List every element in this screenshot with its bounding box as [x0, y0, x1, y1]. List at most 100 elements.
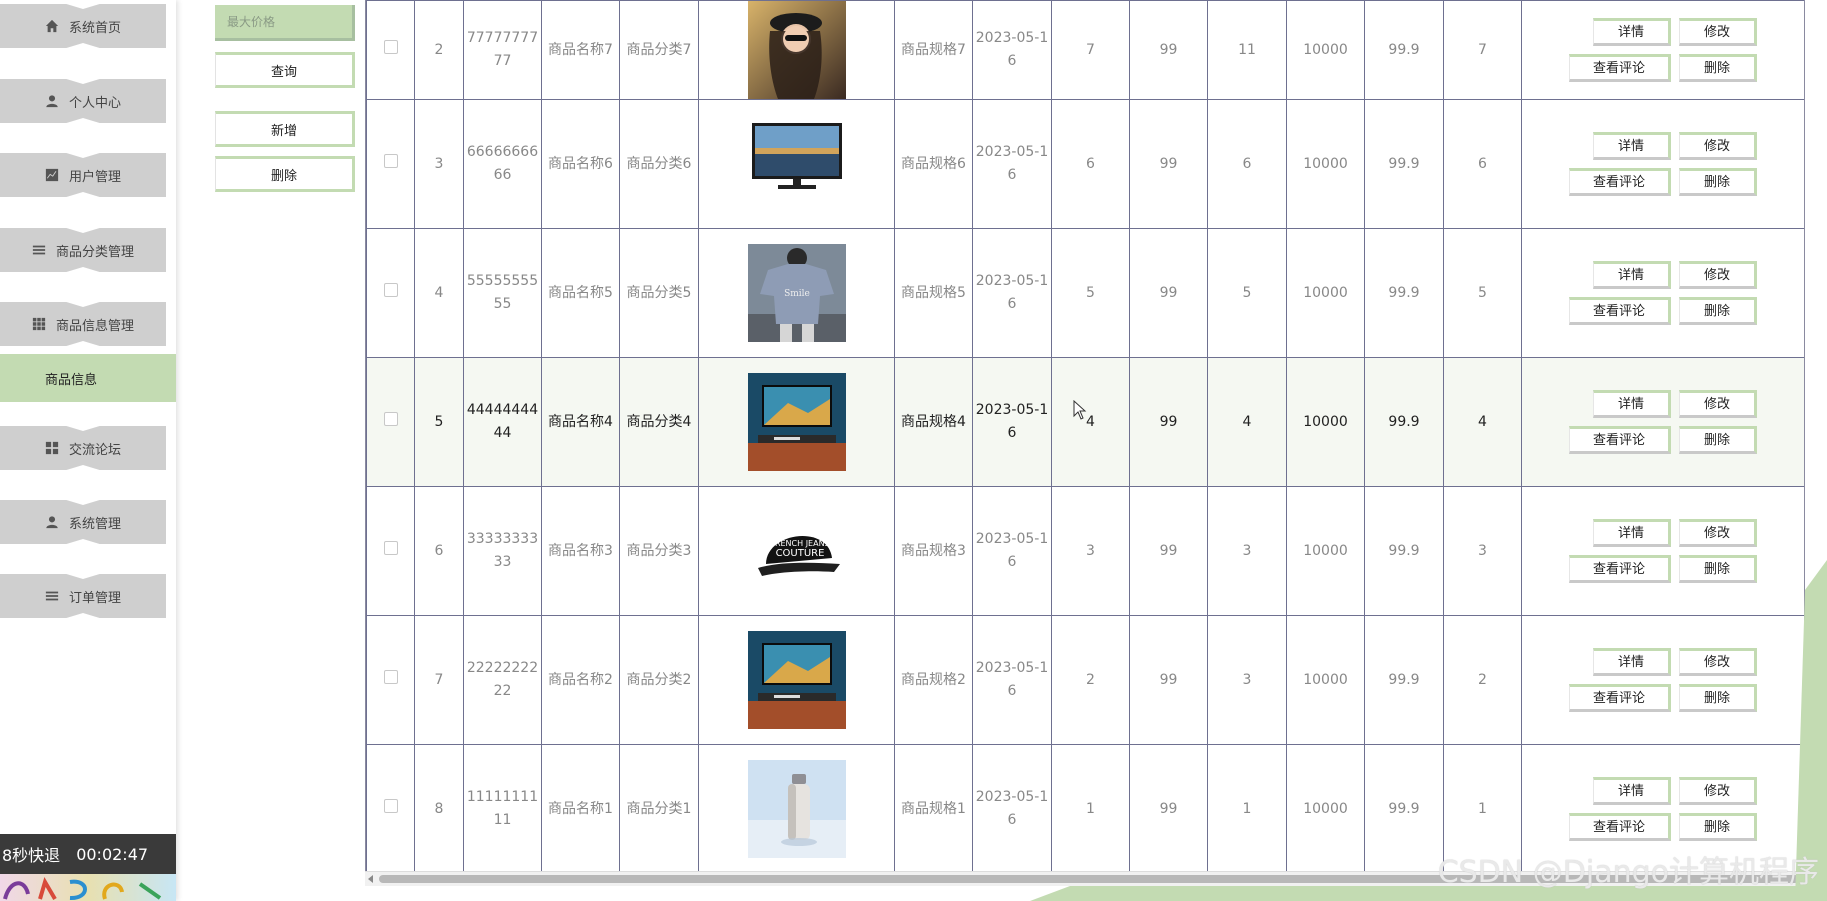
row-checkbox[interactable] — [383, 798, 398, 813]
row-actions: 详情 修改 查看评论 删除 — [1522, 261, 1804, 325]
query-button[interactable]: 查询 — [215, 52, 355, 88]
delete-button[interactable]: 删除 — [1679, 684, 1757, 712]
view-comments-button[interactable]: 查看评论 — [1569, 426, 1671, 454]
detail-button[interactable]: 详情 — [1593, 18, 1671, 46]
product-thumbnail[interactable] — [747, 373, 846, 471]
row-checkbox[interactable] — [383, 282, 398, 297]
price-cell: 99.9 — [1364, 744, 1444, 871]
max-price-input[interactable]: 最大价格 — [215, 5, 355, 41]
detail-button[interactable]: 详情 — [1593, 261, 1671, 289]
sidebar-item-label: 商品分类管理 — [55, 244, 134, 260]
sidebar-item-home[interactable]: 系统首页 — [0, 4, 166, 48]
edit-button[interactable]: 修改 — [1679, 132, 1757, 160]
sidebar-item-profile[interactable]: 个人中心 — [0, 79, 166, 123]
listing-date-cell: 2023-05-16 — [972, 99, 1052, 229]
sidebar-item-label: 系统首页 — [68, 20, 121, 36]
product-thumbnail[interactable]: FRENCH JEANSCOUTURE — [747, 502, 846, 600]
product-name-cell: 商品名称3 — [541, 486, 620, 616]
detail-button[interactable]: 详情 — [1593, 648, 1671, 676]
row-checkbox[interactable] — [383, 411, 398, 426]
product-table[interactable]: 2 7777777777 商品名称7 商品分类7 商品规格7 2023-05-16 7 99 1… — [365, 0, 1805, 871]
price-cell: 99.9 — [1364, 357, 1444, 487]
cell-c2-cell: 99 — [1129, 99, 1208, 229]
product-thumbnail[interactable] — [747, 631, 846, 729]
cell-c4-cell: 10000 — [1286, 228, 1365, 358]
product-spec-cell: 商品规格2 — [894, 615, 973, 745]
cell-c2-cell: 99 — [1129, 228, 1208, 358]
sidebar-item-label: 系统管理 — [68, 516, 121, 532]
edit-button[interactable]: 修改 — [1679, 519, 1757, 547]
video-overlay[interactable]: 8秒快退 00:02:47 — [0, 834, 176, 874]
price-cell: 99.9 — [1364, 0, 1444, 100]
add-button[interactable]: 新增 — [215, 111, 355, 147]
row-actions: 详情 修改 查看评论 删除 — [1522, 519, 1804, 583]
sidebar-item-orders[interactable]: 订单管理 — [0, 574, 166, 618]
row-actions: 详情 修改 查看评论 删除 — [1522, 777, 1804, 841]
delete-button[interactable]: 删除 — [1679, 555, 1757, 583]
product-image-cell — [698, 615, 895, 745]
product-thumbnail[interactable] — [747, 1, 846, 99]
delete-button[interactable]: 删除 — [1679, 168, 1757, 196]
row-checkbox[interactable] — [383, 669, 398, 684]
product-spec-cell: 商品规格3 — [894, 486, 973, 616]
view-comments-button[interactable]: 查看评论 — [1569, 297, 1671, 325]
cell-c4-cell: 10000 — [1286, 744, 1365, 871]
cell-c4-cell: 10000 — [1286, 486, 1365, 616]
view-comments-button[interactable]: 查看评论 — [1569, 168, 1671, 196]
sidebar-item-users[interactable]: 用户管理 — [0, 153, 166, 197]
row-checkbox[interactable] — [383, 153, 398, 168]
sidebar-item-category[interactable]: 商品分类管理 — [0, 228, 166, 272]
scroll-left-icon[interactable] — [368, 875, 373, 883]
cell-c1-cell: 2 — [1051, 615, 1130, 745]
table-row[interactable]: 3 6666666666 商品名称6 商品分类6 商品规格6 2023-05-16 6 99 6… — [366, 99, 1804, 229]
video-rewind-label[interactable]: 8秒快退 — [2, 842, 60, 866]
table-row[interactable]: 4 5555555555 商品名称5 商品分类5 Smile 商品规格5 2023-05-1… — [366, 228, 1804, 358]
delete-button[interactable]: 删除 — [1679, 297, 1757, 325]
product-thumbnail[interactable] — [747, 760, 846, 858]
view-comments-button[interactable]: 查看评论 — [1569, 684, 1671, 712]
delete-button[interactable]: 删除 — [1679, 54, 1757, 82]
view-comments-button[interactable]: 查看评论 — [1569, 54, 1671, 82]
product-thumbnail[interactable]: Smile — [747, 244, 846, 342]
sidebar-item-forum[interactable]: 交流论坛 — [0, 426, 166, 470]
cell-c5-cell: 5 — [1443, 228, 1522, 358]
detail-button[interactable]: 详情 — [1593, 519, 1671, 547]
list-icon — [32, 243, 46, 257]
edit-button[interactable]: 修改 — [1679, 777, 1757, 805]
edit-button[interactable]: 修改 — [1679, 261, 1757, 289]
view-comments-button[interactable]: 查看评论 — [1569, 813, 1671, 841]
svg-text:COUTURE: COUTURE — [775, 548, 824, 559]
cell-c4-cell: 10000 — [1286, 99, 1365, 229]
sidebar-item-label: 商品信息管理 — [55, 318, 134, 334]
delete-button[interactable]: 删除 — [1679, 426, 1757, 454]
product-thumbnail[interactable] — [747, 115, 846, 213]
product-category-cell: 商品分类7 — [619, 0, 699, 100]
table-row[interactable]: 5 4444444444 商品名称4 商品分类4 商品规格4 2023-05-16 4 99 4… — [366, 357, 1804, 487]
grid-icon — [32, 317, 46, 331]
edit-button[interactable]: 修改 — [1679, 18, 1757, 46]
delete-button[interactable]: 删除 — [1679, 813, 1757, 841]
table-row[interactable]: 2 7777777777 商品名称7 商品分类7 商品规格7 2023-05-16 7 99 1… — [366, 0, 1804, 100]
row-checkbox[interactable] — [383, 540, 398, 555]
video-thumbnail — [0, 874, 176, 901]
cell-c2-cell: 99 — [1129, 357, 1208, 487]
view-comments-button[interactable]: 查看评论 — [1569, 555, 1671, 583]
listing-date-cell: 2023-05-16 — [972, 615, 1052, 745]
detail-button[interactable]: 详情 — [1593, 132, 1671, 160]
product-category-cell: 商品分类4 — [619, 357, 699, 487]
sidebar-item-product-info[interactable]: 商品信息管理 — [0, 302, 166, 346]
table-row[interactable]: 7 2222222222 商品名称2 商品分类2 商品规格2 2023-05-16 2 99 3… — [366, 615, 1804, 745]
row-checkbox[interactable] — [383, 39, 398, 54]
product-spec-cell: 商品规格1 — [894, 744, 973, 871]
detail-button[interactable]: 详情 — [1593, 777, 1671, 805]
edit-button[interactable]: 修改 — [1679, 390, 1757, 418]
table-row[interactable]: 6 3333333333 商品名称3 商品分类3 FRENCH JEANS COUTURE… — [366, 486, 1804, 616]
batch-delete-button[interactable]: 删除 — [215, 156, 355, 192]
edit-button[interactable]: 修改 — [1679, 648, 1757, 676]
product-category-cell: 商品分类2 — [619, 615, 699, 745]
cell-c3-cell: 3 — [1207, 486, 1287, 616]
detail-button[interactable]: 详情 — [1593, 390, 1671, 418]
sidebar-subitem-product-info[interactable]: 商品信息 — [0, 354, 176, 402]
sidebar-item-system[interactable]: 系统管理 — [0, 500, 166, 544]
product-image-cell: Smile — [698, 228, 895, 358]
